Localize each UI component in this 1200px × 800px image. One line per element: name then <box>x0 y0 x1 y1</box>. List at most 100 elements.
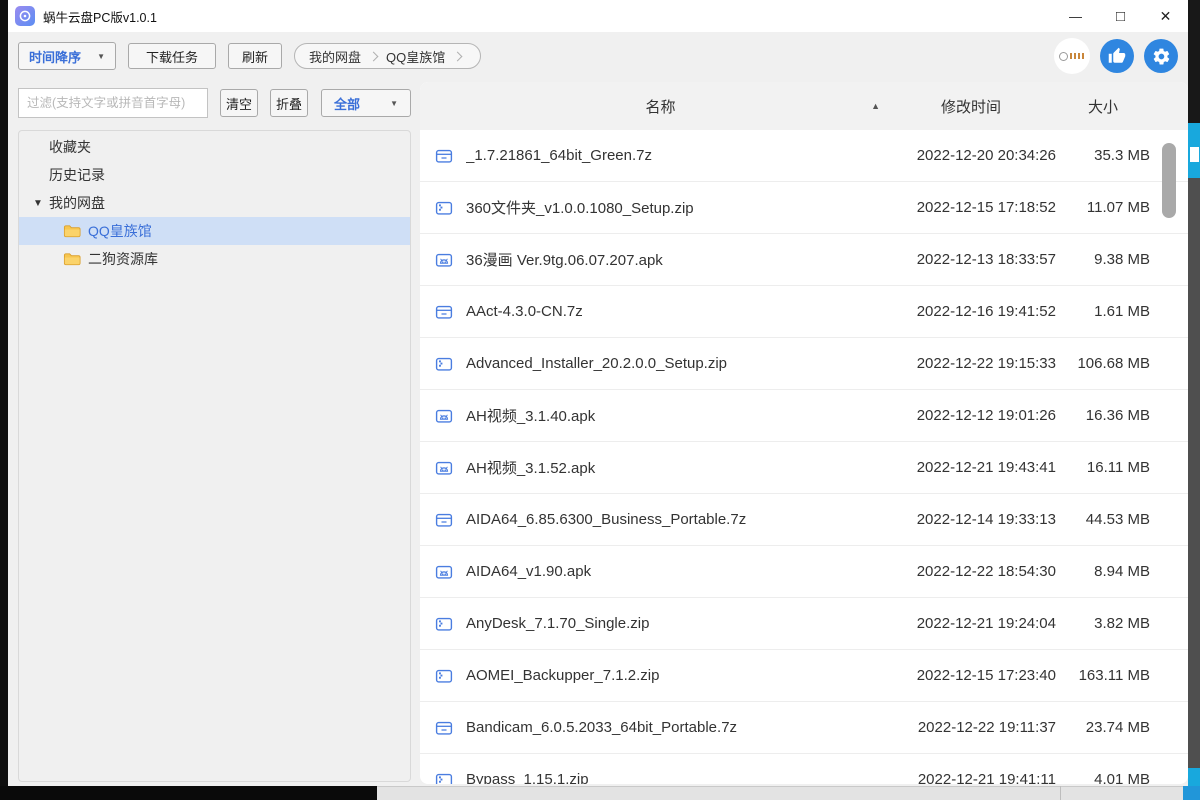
download-tasks-button[interactable]: 下载任务 <box>128 43 216 69</box>
file-row[interactable]: Bandicam_6.0.5.2033_64bit_Portable.7z 20… <box>420 702 1188 754</box>
scope-dropdown[interactable]: 全部 ▼ <box>321 89 411 117</box>
file-name: AnyDesk_7.1.70_Single.zip <box>466 615 886 632</box>
archive-7z-icon <box>435 147 453 165</box>
clear-filter-button[interactable]: 清空 <box>220 89 258 117</box>
file-name: 36漫画 Ver.9tg.06.07.207.apk <box>466 249 886 270</box>
file-size: 44.53 MB <box>1056 511 1150 528</box>
file-name: _1.7.21861_64bit_Green.7z <box>466 147 886 164</box>
tree-item-label: 历史记录 <box>49 165 105 185</box>
tree-item-icon <box>63 250 81 268</box>
folder-icon <box>63 250 81 268</box>
file-name: Advanced_Installer_20.2.0.0_Setup.zip <box>466 355 886 372</box>
file-type-icon <box>435 251 453 269</box>
tree-item-收藏夹[interactable]: 收藏夹 <box>19 133 410 161</box>
file-size: 16.11 MB <box>1056 459 1150 476</box>
file-modified-time: 2022-12-21 19:43:41 <box>886 459 1056 476</box>
tree-item-二狗资源库[interactable]: 二狗资源库 <box>19 245 410 273</box>
file-row[interactable]: AAct-4.3.0-CN.7z 2022-12-16 19:41:52 1.6… <box>420 286 1188 338</box>
settings-button[interactable] <box>1144 39 1178 73</box>
chevron-down-icon: ▼ <box>97 52 105 61</box>
background-blue-block <box>1183 786 1200 800</box>
watermark-logo-icon <box>1054 38 1090 74</box>
file-size: 35.3 MB <box>1056 147 1150 164</box>
window-title: 蜗牛云盘PC版v1.0.1 <box>43 7 157 26</box>
archive-zip-icon <box>435 199 453 217</box>
archive-zip-icon <box>435 355 453 373</box>
filter-row: 清空 折叠 全部 ▼ <box>18 88 411 118</box>
background-gray-area <box>1188 178 1200 768</box>
close-button[interactable]: ✕ <box>1143 0 1188 32</box>
maximize-button[interactable]: □ <box>1098 0 1143 32</box>
column-header-modified[interactable]: 修改时间 <box>886 96 1056 117</box>
file-type-icon <box>435 563 453 581</box>
file-name: AIDA64_v1.90.apk <box>466 563 886 580</box>
file-name: AAct-4.3.0-CN.7z <box>466 303 886 320</box>
app-logo-icon <box>15 6 35 26</box>
file-modified-time: 2022-12-22 19:15:33 <box>886 355 1056 372</box>
tree-item-历史记录[interactable]: 历史记录 <box>19 161 410 189</box>
file-modified-time: 2022-12-22 19:11:37 <box>886 719 1056 736</box>
file-size: 23.74 MB <box>1056 719 1150 736</box>
name-column-label: 名称 <box>645 99 675 116</box>
file-type-icon <box>435 615 453 633</box>
file-modified-time: 2022-12-13 18:33:57 <box>886 251 1056 268</box>
file-name: Bypass_1.15.1.zip <box>466 771 886 784</box>
file-type-icon <box>435 459 453 477</box>
file-name: 360文件夹_v1.0.0.1080_Setup.zip <box>466 197 886 218</box>
sort-order-dropdown[interactable]: 时间降序 ▼ <box>18 42 116 70</box>
file-row[interactable]: 36漫画 Ver.9tg.06.07.207.apk 2022-12-13 18… <box>420 234 1188 286</box>
file-row[interactable]: 360文件夹_v1.0.0.1080_Setup.zip 2022-12-15 … <box>420 182 1188 234</box>
folder-tree: 收藏夹 历史记录 ▼ 我的网盘 QQ皇族馆 二狗资源库 <box>18 130 411 782</box>
breadcrumb-separator-icon <box>453 51 463 61</box>
refresh-button[interactable]: 刷新 <box>228 43 282 69</box>
collapse-button[interactable]: 折叠 <box>270 89 308 117</box>
background-dark-area <box>1188 0 1200 123</box>
file-name: AH视频_3.1.40.apk <box>466 405 886 426</box>
minimize-button[interactable]: — <box>1053 0 1098 32</box>
scrollbar-thumb[interactable] <box>1162 143 1176 218</box>
file-row[interactable]: AH视频_3.1.52.apk 2022-12-21 19:43:41 16.1… <box>420 442 1188 494</box>
background-gray-bar <box>377 786 1200 800</box>
toolbar: 时间降序 ▼ 下载任务 刷新 我的网盘 QQ皇族馆 <box>8 32 1188 80</box>
file-type-icon <box>435 199 453 217</box>
like-button[interactable] <box>1100 39 1134 73</box>
file-row[interactable]: AIDA64_v1.90.apk 2022-12-22 18:54:30 8.9… <box>420 546 1188 598</box>
archive-7z-icon <box>435 303 453 321</box>
archive-zip-icon <box>435 615 453 633</box>
breadcrumb-item-root[interactable]: 我的网盘 <box>307 47 363 66</box>
tree-item-QQ皇族馆[interactable]: QQ皇族馆 <box>19 217 410 245</box>
tree-item-label: QQ皇族馆 <box>88 221 152 241</box>
file-size: 4.01 MB <box>1056 771 1150 784</box>
breadcrumb-item-current[interactable]: QQ皇族馆 <box>384 47 447 66</box>
file-type-icon <box>435 407 453 425</box>
file-size: 3.82 MB <box>1056 615 1150 632</box>
file-row[interactable]: _1.7.21861_64bit_Green.7z 2022-12-20 20:… <box>420 130 1188 182</box>
tree-item-我的网盘[interactable]: ▼ 我的网盘 <box>19 189 410 217</box>
tree-item-label: 收藏夹 <box>49 137 91 157</box>
sort-order-label: 时间降序 <box>29 47 81 66</box>
archive-7z-icon <box>435 511 453 529</box>
file-row[interactable]: AnyDesk_7.1.70_Single.zip 2022-12-21 19:… <box>420 598 1188 650</box>
file-row[interactable]: AH视频_3.1.40.apk 2022-12-12 19:01:26 16.3… <box>420 390 1188 442</box>
file-row[interactable]: Advanced_Installer_20.2.0.0_Setup.zip 20… <box>420 338 1188 390</box>
file-type-icon <box>435 719 453 737</box>
table-header: 名称 ▲ 修改时间 大小 <box>420 82 1188 130</box>
column-header-name[interactable]: 名称 ▲ <box>435 96 886 117</box>
file-size: 8.94 MB <box>1056 563 1150 580</box>
filter-input[interactable] <box>18 88 208 118</box>
file-size: 16.36 MB <box>1056 407 1150 424</box>
breadcrumb-separator-icon <box>369 51 379 61</box>
file-type-icon <box>435 147 453 165</box>
file-row[interactable]: AIDA64_6.85.6300_Business_Portable.7z 20… <box>420 494 1188 546</box>
tree-expander-icon[interactable]: ▼ <box>33 198 49 209</box>
file-row[interactable]: AOMEI_Backupper_7.1.2.zip 2022-12-15 17:… <box>420 650 1188 702</box>
archive-7z-icon <box>435 719 453 737</box>
column-header-size[interactable]: 大小 <box>1056 96 1150 117</box>
file-name: AIDA64_6.85.6300_Business_Portable.7z <box>466 511 886 528</box>
background-cyan-area <box>1188 123 1200 178</box>
file-row[interactable]: Bypass_1.15.1.zip 2022-12-21 19:41:11 4.… <box>420 754 1188 784</box>
file-modified-time: 2022-12-20 20:34:26 <box>886 147 1056 164</box>
archive-zip-icon <box>435 667 453 685</box>
background-white-square <box>1190 147 1199 162</box>
app-window: 蜗牛云盘PC版v1.0.1 — □ ✕ 时间降序 ▼ 下载任务 刷新 我的网盘 … <box>8 0 1188 786</box>
